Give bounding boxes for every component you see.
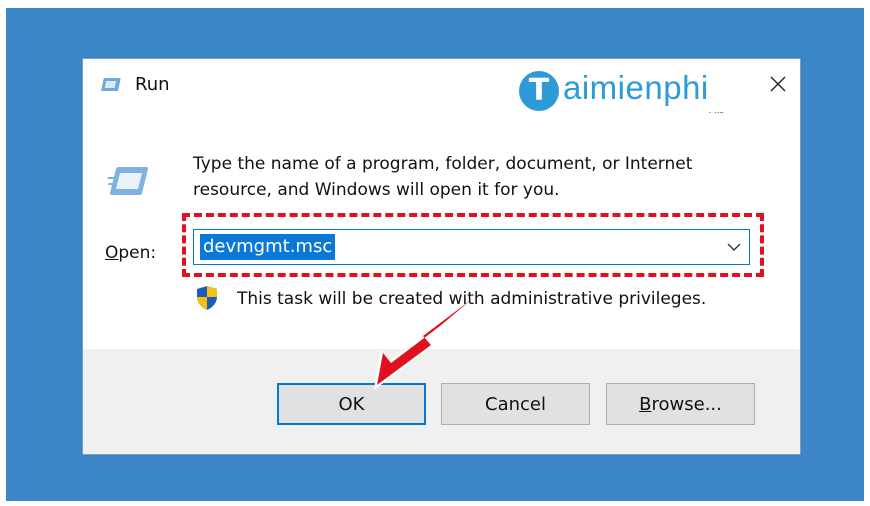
close-icon [770, 76, 786, 92]
open-label-accesskey: O [105, 243, 119, 263]
dialog-description: Type the name of a program, folder, docu… [193, 154, 693, 200]
browse-accesskey: B [639, 393, 652, 415]
watermark-text: aimienphi [563, 69, 709, 106]
watermark-letter: T [519, 71, 559, 111]
cancel-button[interactable]: Cancel [441, 383, 590, 425]
run-program-icon [105, 165, 153, 199]
dropdown-button[interactable] [719, 230, 749, 264]
open-label-text: pen: [118, 243, 157, 263]
run-window-icon [101, 77, 123, 93]
open-input[interactable]: devmgmt.msc [193, 229, 750, 265]
chevron-down-icon [727, 243, 741, 251]
open-input-value[interactable]: devmgmt.msc [200, 234, 336, 260]
ok-button[interactable]: OK [277, 383, 426, 425]
close-button[interactable] [756, 59, 800, 109]
uac-shield-icon [195, 285, 219, 311]
admin-note: This task will be created with administr… [237, 289, 707, 309]
window-title: Run [135, 74, 170, 95]
browse-label: rowse... [651, 393, 722, 415]
dialog-content: Type the name of a program, folder, docu… [83, 113, 800, 349]
browse-button[interactable]: Browse... [606, 383, 755, 425]
open-label: Open: [105, 243, 156, 263]
run-dialog: Run T aimienphi .vn Type the name of a p… [82, 58, 801, 455]
